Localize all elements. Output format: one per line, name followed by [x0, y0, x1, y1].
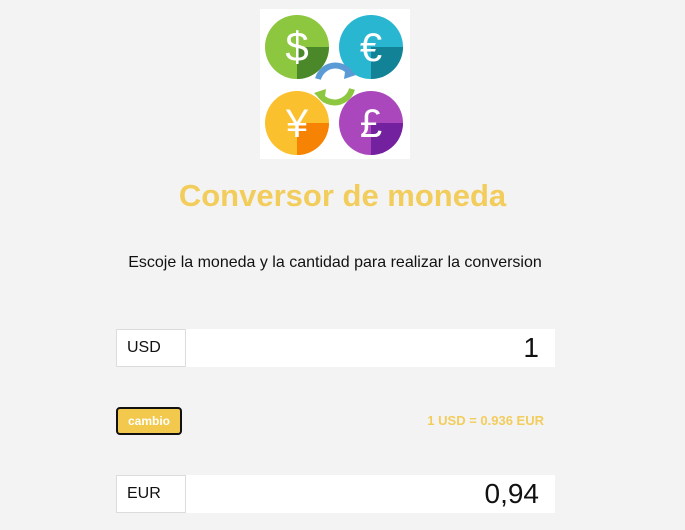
exchange-arrows-icon: [314, 62, 356, 106]
exchange-rate-text: 1 USD = 0.936 EUR: [427, 413, 544, 428]
page-title: Conversor de moneda: [178, 178, 507, 213]
swap-button[interactable]: cambio: [116, 407, 182, 435]
dollar-coin-icon: $: [265, 15, 329, 79]
to-amount-input[interactable]: 0,94: [186, 475, 555, 513]
instructions-text: Escoje la moneda y la cantidad para real…: [128, 254, 542, 271]
from-currency-select[interactable]: USD: [116, 329, 186, 367]
from-amount-input[interactable]: 1: [186, 329, 555, 367]
currency-exchange-logo-icon: $ € ¥ £: [265, 15, 403, 155]
svg-text:$: $: [285, 23, 308, 70]
svg-text:€: €: [360, 26, 382, 70]
svg-text:£: £: [360, 102, 382, 146]
from-currency-row: USD 1: [116, 329, 555, 367]
currency-logo: $ € ¥ £: [260, 9, 410, 159]
yen-coin-icon: ¥: [265, 91, 329, 155]
svg-text:¥: ¥: [285, 102, 309, 146]
pound-coin-icon: £: [339, 91, 403, 155]
to-currency-row: EUR 0,94: [116, 475, 555, 513]
to-currency-select[interactable]: EUR: [116, 475, 186, 513]
